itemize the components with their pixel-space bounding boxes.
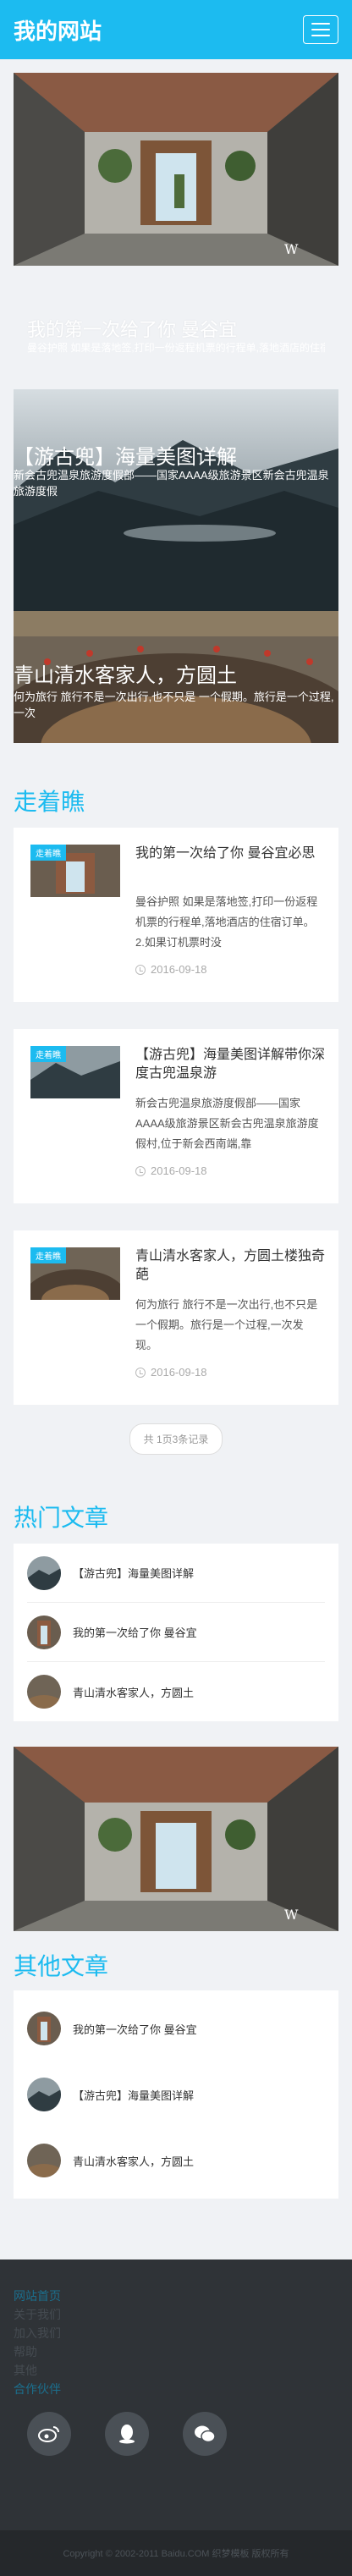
hamburger-icon[interactable] <box>303 15 338 44</box>
list-item-title[interactable]: 【游古兜】海量美图详解 <box>73 2087 194 2103</box>
site-title[interactable]: 我的网站 <box>14 14 102 46</box>
article-excerpt: 何为旅行 旅行不是一次出行,也不只是 一个假期。旅行是一个过程,一次发现。 <box>135 1298 318 1351</box>
article-title[interactable]: 【游古兜】海量美图详解带你深度古兜温泉游 <box>135 1046 325 1085</box>
svg-text:W: W <box>284 1907 299 1923</box>
other-articles-list: 我的第一次给了你 曼谷宜 【游古兜】海量美图详解 青山清水客家人，方圆土 <box>14 1990 338 2199</box>
list-item-title[interactable]: 【游古兜】海量美图详解 <box>73 1565 194 1581</box>
slide-caption-1: 我的第一次给了你 曼谷宜 曼谷护照 如果是落地签,打印一份返程机票的行程单,落地… <box>14 266 338 389</box>
footer-link-other[interactable]: 其他 <box>14 2361 338 2380</box>
footer-link-about[interactable]: 关于我们 <box>14 2305 338 2324</box>
article-date-text: 2016-09-18 <box>151 1164 207 1177</box>
pagination: 共 1页3条记录 <box>0 1423 352 1479</box>
article-date: 2016-09-18 <box>135 1366 325 1379</box>
article-avatar[interactable] <box>27 1555 61 1590</box>
list-item[interactable]: 青山清水客家人，方圆土 <box>27 1662 325 1721</box>
article-card[interactable]: 走着瞧 我的第一次给了你 曼谷宜必思 曼谷护照 如果是落地签,打印一份返程机票的… <box>14 828 338 1002</box>
slide-title-3[interactable]: 青山清水客家人，方圆土 <box>14 658 237 688</box>
article-category-tag: 走着瞧 <box>30 1046 66 1062</box>
copyright: Copyright © 2002-2011 Baidu.COM 织梦模板 版权所… <box>0 2530 352 2576</box>
qq-icon[interactable] <box>105 2412 149 2456</box>
wechat-icon[interactable] <box>183 2412 227 2456</box>
article-excerpt: 曼谷护照 如果是落地签,打印一份返程机票的行程单,落地酒店的住宿订单。 2.如果… <box>135 895 318 949</box>
footer-link-partners[interactable]: 合作伙伴 <box>14 2380 338 2398</box>
article-avatar[interactable] <box>27 2078 61 2111</box>
clock-icon <box>135 1165 146 1176</box>
page: 我的网站 W 我的第一次给了你 曼谷宜 曼谷护照 如果是落地签,打印一份返程机票… <box>0 0 352 2576</box>
article-date: 2016-09-18 <box>135 1164 325 1177</box>
article-title[interactable]: 青山清水客家人，方圆土楼独奇葩 <box>135 1247 325 1286</box>
list-item-title[interactable]: 青山清水客家人，方圆土 <box>73 2153 194 2169</box>
article-avatar[interactable] <box>27 2144 61 2177</box>
slide-desc-2: 新会古兜温泉旅游度假部——国家AAAA级旅游景区新会古兜温泉旅游度假 <box>14 469 329 498</box>
list-item[interactable]: 【游古兜】海量美图详解 <box>27 1544 325 1603</box>
list-item[interactable]: 我的第一次给了你 曼谷宜 <box>27 1603 325 1662</box>
article-date: 2016-09-18 <box>135 963 325 976</box>
article-title[interactable]: 我的第一次给了你 曼谷宜必思 <box>135 845 325 883</box>
article-card[interactable]: 走着瞧 青山清水客家人，方圆土楼独奇葩 何为旅行 旅行不是一次出行,也不只是 一… <box>14 1230 338 1405</box>
svg-text:W: W <box>284 241 299 257</box>
article-avatar[interactable] <box>27 1615 61 1649</box>
section-heading-latest[interactable]: 走着瞧 <box>0 743 352 828</box>
list-item[interactable]: 【游古兜】海量美图详解 <box>27 2061 325 2127</box>
article-date-text: 2016-09-18 <box>151 1366 207 1379</box>
article-thumbnail[interactable]: 走着瞧 <box>30 1046 120 1098</box>
footer-link-help[interactable]: 帮助 <box>14 2342 338 2361</box>
footer-links: 网站首页 关于我们 加入我们 帮助 其他 合作伙伴 <box>0 2260 352 2398</box>
clock-icon <box>135 1367 146 1378</box>
slide-desc-3: 何为旅行 旅行不是一次出行,也不只是 一个假期。旅行是一个过程,一次 <box>14 691 334 719</box>
article-thumbnail[interactable]: 走着瞧 <box>30 1247 120 1300</box>
article-avatar[interactable] <box>27 1675 61 1709</box>
list-item-title[interactable]: 青山清水客家人，方圆土 <box>73 1684 194 1700</box>
slide-title-2[interactable]: 【游古兜】海量美图详解 <box>14 440 237 470</box>
pagination-info: 共 1页3条记录 <box>129 1423 223 1455</box>
section-heading-other: 其他文章 <box>14 1953 109 1979</box>
article-avatar[interactable] <box>27 2012 61 2045</box>
hot-articles-list: 【游古兜】海量美图详解 我的第一次给了你 曼谷宜 青山清水客家人，方圆土 <box>14 1544 338 1721</box>
list-item[interactable]: 我的第一次给了你 曼谷宜 <box>27 1995 325 2061</box>
article-date-text: 2016-09-18 <box>151 963 207 976</box>
slide-image-3[interactable]: 青山清水客家人，方圆土 何为旅行 旅行不是一次出行,也不只是 一个假期。旅行是一… <box>14 611 338 743</box>
slide-image-2[interactable]: 【游古兜】海量美图详解 新会古兜温泉旅游度假部——国家AAAA级旅游景区新会古兜… <box>14 389 338 611</box>
weibo-icon[interactable] <box>27 2412 71 2456</box>
article-card[interactable]: 走着瞧 【游古兜】海量美图详解带你深度古兜温泉游 新会古兜温泉旅游度假部——国家… <box>14 1029 338 1203</box>
list-item[interactable]: 青山清水客家人，方圆土 <box>27 2127 325 2193</box>
clock-icon <box>135 964 146 975</box>
site-header: 我的网站 <box>0 0 352 59</box>
article-category-tag: 走着瞧 <box>30 1247 66 1263</box>
list-item-title[interactable]: 我的第一次给了你 曼谷宜 <box>73 2021 197 2037</box>
site-footer: 网站首页 关于我们 加入我们 帮助 其他 合作伙伴 Copyright © 20… <box>0 2260 352 2576</box>
section-heading-hot: 热门文章 <box>14 1505 109 1531</box>
slide-title-1[interactable]: 我的第一次给了你 曼谷宜 <box>27 315 237 342</box>
footer-link-join[interactable]: 加入我们 <box>14 2324 338 2342</box>
article-excerpt: 新会古兜温泉旅游度假部——国家AAAA级旅游景区新会古兜温泉旅游度假村,位于新会… <box>135 1097 319 1150</box>
article-category-tag: 走着瞧 <box>30 845 66 861</box>
slide-desc-1: 曼谷护照 如果是落地签,打印一份返程机票的行程单,落地酒店的住宿订单。2.如果订… <box>27 342 325 354</box>
social-links <box>0 2398 352 2456</box>
article-thumbnail[interactable]: 走着瞧 <box>30 845 120 897</box>
featured-image[interactable]: W <box>14 1747 338 1931</box>
slide-image-1[interactable]: W <box>14 73 338 266</box>
list-item-title[interactable]: 我的第一次给了你 曼谷宜 <box>73 1624 197 1640</box>
footer-link-home[interactable]: 网站首页 <box>14 2287 338 2305</box>
